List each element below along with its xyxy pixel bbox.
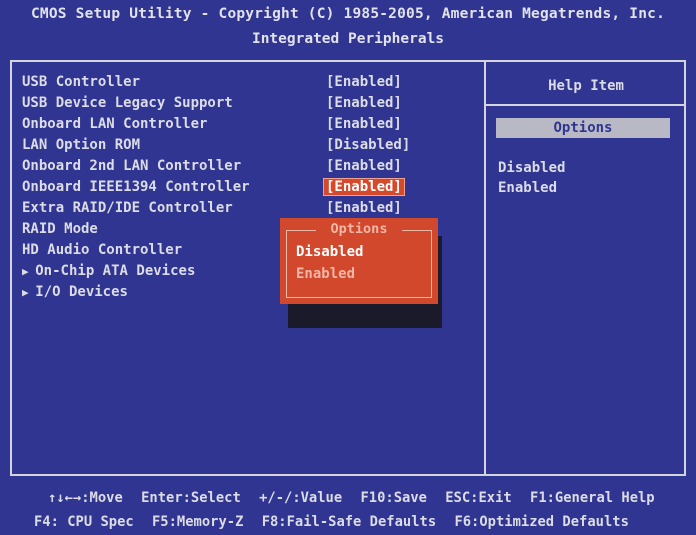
setting-label: Onboard LAN Controller [22, 116, 208, 132]
setting-extra-raid[interactable]: Extra RAID/IDE Controller [Enabled] [22, 200, 482, 220]
setting-value[interactable]: [Enabled] [326, 95, 402, 111]
page-title: Integrated Peripherals [251, 31, 445, 47]
popup-title: Options [330, 221, 388, 237]
setting-lan-option-rom[interactable]: LAN Option ROM [Disabled] [22, 137, 482, 157]
key-cpu-spec: F4: CPU Spec [34, 514, 134, 530]
setting-label: RAID Mode [22, 221, 98, 237]
header-copyright: CMOS Setup Utility - Copyright (C) 1985-… [30, 6, 665, 22]
popup-option-disabled[interactable]: Disabled [296, 244, 363, 260]
setting-value[interactable]: [Enabled] [326, 74, 402, 90]
popup-border [286, 230, 432, 298]
setting-value[interactable]: [Enabled] [326, 158, 402, 174]
key-value: +/-/:Value [259, 490, 343, 506]
key-fail-safe: F8:Fail-Safe Defaults [261, 514, 437, 530]
popup-option-enabled[interactable]: Enabled [296, 266, 355, 282]
setting-2nd-lan[interactable]: Onboard 2nd LAN Controller [Enabled] [22, 158, 482, 178]
help-option: Enabled [498, 180, 558, 196]
footer-line-1: ↑↓←→:Move Enter:Select +/-/:Value F10:Sa… [48, 490, 655, 506]
options-popup[interactable]: Options Disabled Enabled [280, 218, 438, 304]
key-help: F1:General Help [530, 490, 655, 506]
help-options-list: Disabled Enabled [498, 160, 565, 200]
key-exit: ESC:Exit [445, 490, 512, 506]
key-select: Enter:Select [141, 490, 241, 506]
bios-screen: CMOS Setup Utility - Copyright (C) 1985-… [0, 0, 696, 535]
setting-onboard-lan[interactable]: Onboard LAN Controller [Enabled] [22, 116, 482, 136]
setting-label: Onboard 2nd LAN Controller [22, 158, 242, 174]
help-title: Help Item [548, 78, 624, 94]
help-option: Disabled [498, 160, 566, 176]
setting-ieee1394[interactable]: Onboard IEEE1394 Controller [Enabled] [22, 179, 482, 199]
setting-label: LAN Option ROM [22, 137, 141, 153]
setting-value[interactable]: [Enabled] [326, 116, 402, 132]
panel-divider [484, 60, 486, 476]
key-memory-z: F5:Memory-Z [152, 514, 244, 530]
submenu-label: I/O Devices [22, 284, 128, 300]
arrow-keys-icon: ↑↓←→ [48, 490, 82, 506]
setting-value-selected[interactable]: [Enabled] [324, 179, 404, 195]
submenu-label: On-Chip ATA Devices [22, 263, 195, 279]
key-optimized: F6:Optimized Defaults [454, 514, 629, 530]
help-divider [486, 104, 686, 106]
key-move: ↑↓←→:Move [48, 490, 123, 506]
setting-label: USB Device Legacy Support [22, 95, 233, 111]
setting-value[interactable]: [Enabled] [326, 200, 402, 216]
setting-usb-legacy[interactable]: USB Device Legacy Support [Enabled] [22, 95, 482, 115]
key-save: F10:Save [360, 490, 427, 506]
header: CMOS Setup Utility - Copyright (C) 1985-… [0, 0, 696, 58]
setting-label: HD Audio Controller [22, 242, 183, 258]
setting-label: Onboard IEEE1394 Controller [22, 179, 250, 195]
footer-line-2: F4: CPU Spec F5:Memory-Z F8:Fail-Safe De… [34, 514, 629, 530]
setting-value[interactable]: [Disabled] [326, 137, 410, 153]
setting-usb-controller[interactable]: USB Controller [Enabled] [22, 74, 482, 94]
help-options-header: Options [496, 118, 670, 138]
setting-label: USB Controller [22, 74, 141, 90]
setting-label: Extra RAID/IDE Controller [22, 200, 233, 216]
